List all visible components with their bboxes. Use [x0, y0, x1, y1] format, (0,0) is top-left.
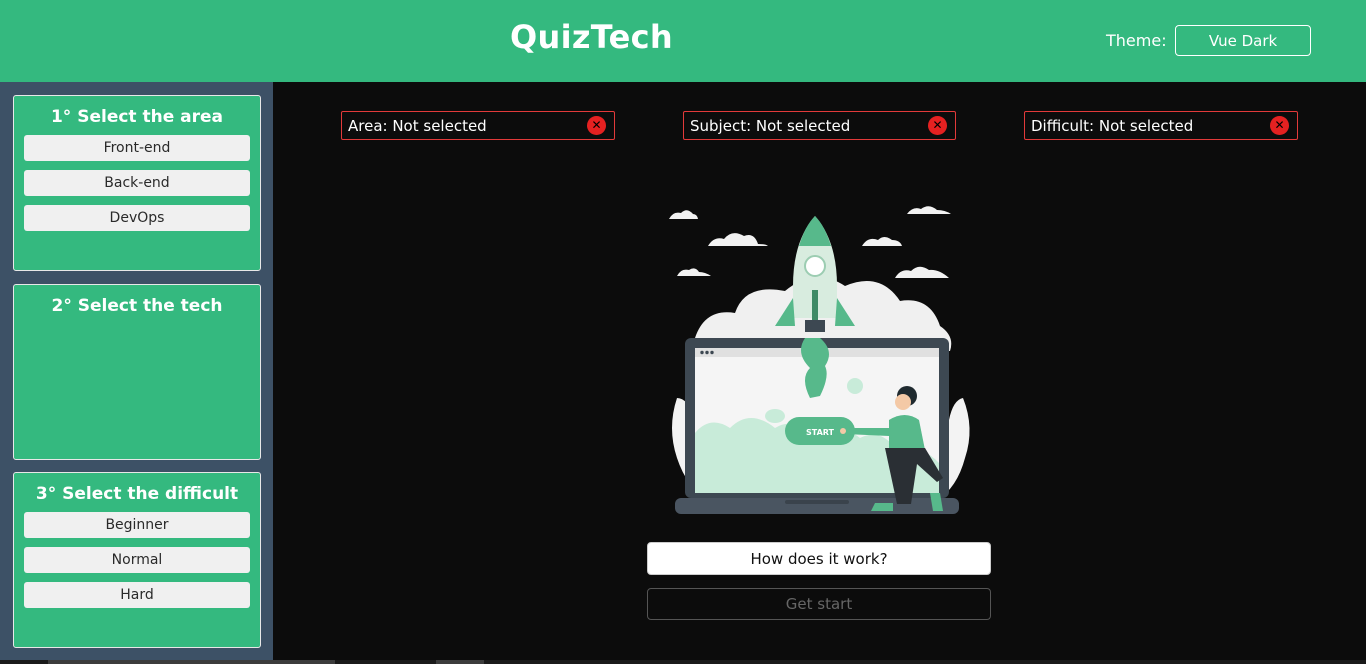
difficult-card-title: 3° Select the difficult [35, 484, 239, 504]
theme-label: Theme: [1106, 31, 1167, 50]
area-option-devops[interactable]: DevOps [24, 205, 250, 231]
clear-area-icon[interactable]: ✕ [587, 116, 606, 135]
area-card-title: 1° Select the area [50, 107, 224, 127]
clear-subject-icon[interactable]: ✕ [928, 116, 947, 135]
tech-card-title: 2° Select the tech [51, 296, 223, 316]
area-card: 1° Select the area Front-end Back-end De… [13, 95, 261, 271]
illustration-start-text: START [806, 428, 835, 437]
difficult-option-beginner[interactable]: Beginner [24, 512, 250, 538]
scrollbar-thumb[interactable] [48, 660, 335, 664]
subject-status-text: Subject: Not selected [690, 117, 851, 135]
area-option-back-end[interactable]: Back-end [24, 170, 250, 196]
area-option-front-end[interactable]: Front-end [24, 135, 250, 161]
difficult-status-text: Difficult: Not selected [1031, 117, 1194, 135]
horizontal-scrollbar[interactable] [0, 660, 1366, 664]
app-title: QuizTech [510, 18, 674, 56]
difficult-option-hard[interactable]: Hard [24, 582, 250, 608]
tech-card: 2° Select the tech [13, 284, 261, 460]
difficult-card: 3° Select the difficult Beginner Normal … [13, 472, 261, 648]
app-header: QuizTech Theme: Vue Dark [0, 0, 1366, 82]
subject-status: Subject: Not selected ✕ [683, 111, 956, 140]
scrollbar-thumb-secondary[interactable] [436, 660, 484, 664]
rocket-launch-illustration: START [669, 206, 970, 514]
area-status-text: Area: Not selected [348, 117, 487, 135]
get-start-button[interactable]: Get start [647, 588, 991, 620]
area-status: Area: Not selected ✕ [341, 111, 615, 140]
difficult-option-normal[interactable]: Normal [24, 547, 250, 573]
theme-select-button[interactable]: Vue Dark [1175, 25, 1311, 56]
sidebar: 1° Select the area Front-end Back-end De… [0, 82, 273, 664]
clear-difficult-icon[interactable]: ✕ [1270, 116, 1289, 135]
difficult-status: Difficult: Not selected ✕ [1024, 111, 1298, 140]
how-does-it-work-button[interactable]: How does it work? [647, 542, 991, 575]
